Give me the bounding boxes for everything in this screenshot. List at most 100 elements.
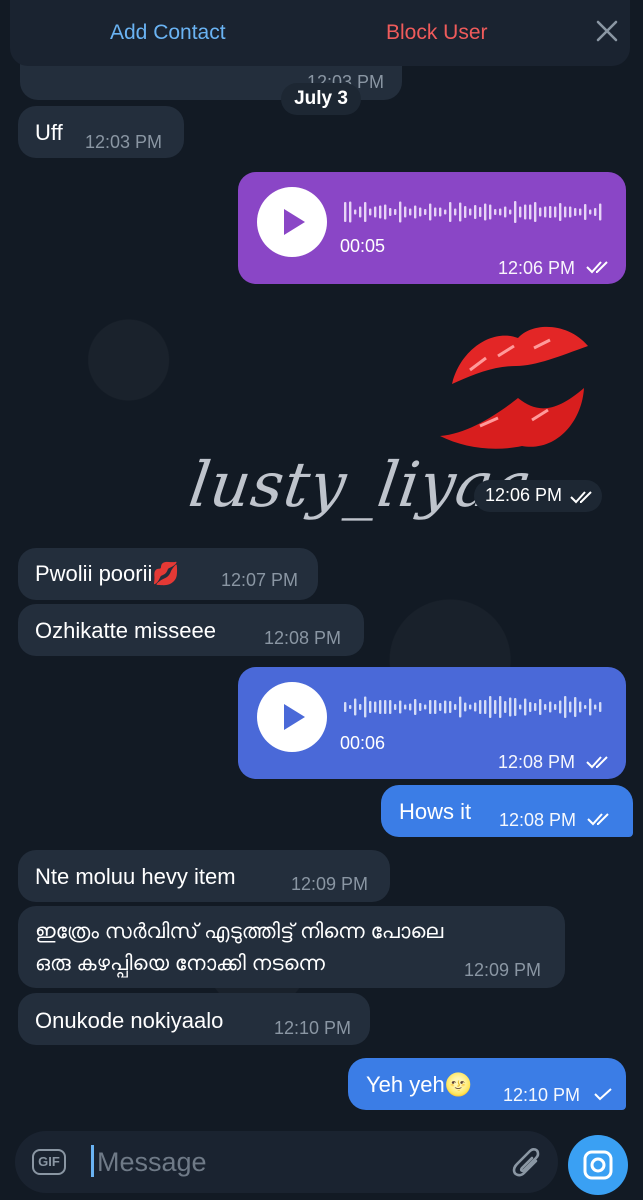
- waveform-bar: [569, 206, 572, 218]
- incoming-message[interactable]: Ozhikatte misseee 12:08 PM: [18, 604, 364, 656]
- waveform-bar: [434, 700, 437, 714]
- play-button[interactable]: [257, 682, 327, 752]
- waveform-bar: [559, 203, 562, 221]
- waveform-bar: [394, 209, 397, 215]
- message-text: Onukode nokiyaalo: [35, 1008, 224, 1033]
- outgoing-message[interactable]: Hows it 12:08 PM: [381, 785, 633, 837]
- waveform-bar: [344, 202, 347, 222]
- double-check-icon: [586, 261, 608, 274]
- incoming-message[interactable]: ഇത്രേം സർവിസ് എടുത്തിട്ട് നിന്നെ പോലെ ഒര…: [18, 906, 565, 988]
- close-icon[interactable]: [594, 18, 620, 44]
- waveform-bar: [379, 700, 382, 714]
- outgoing-voice-message[interactable]: 00:05 12:06 PM: [238, 172, 626, 284]
- incoming-message[interactable]: Uff 12:03 PM: [18, 106, 184, 158]
- waveform-bar: [464, 702, 467, 712]
- waveform-bar: [359, 704, 362, 710]
- waveform-bar: [554, 704, 557, 710]
- waveform-bar: [524, 698, 527, 716]
- waveform-bar: [564, 206, 567, 218]
- waveform-bar: [479, 700, 482, 714]
- waveform-bar: [584, 705, 587, 709]
- waveform-bar: [439, 207, 442, 217]
- waveform-bar: [374, 701, 377, 713]
- waveform-bar: [379, 205, 382, 219]
- waveform-bar: [454, 208, 457, 216]
- add-contact-button[interactable]: Add Contact: [110, 21, 226, 45]
- waveform-bar: [449, 202, 452, 222]
- message-input-bar: GIF Message: [0, 1128, 643, 1200]
- message-time: 12:09 PM: [464, 960, 542, 980]
- waveform-bar: [544, 206, 547, 218]
- waveform-bar: [574, 208, 577, 216]
- waveform-bar: [499, 208, 502, 216]
- outgoing-message[interactable]: Yeh yeh🌝 12:10 PM: [348, 1058, 626, 1110]
- waveform-bar: [534, 202, 537, 222]
- waveform-bar: [374, 206, 377, 218]
- waveform-bar: [354, 698, 357, 716]
- waveform-bar: [514, 201, 517, 223]
- message-text: Pwolii poorii💋: [35, 561, 180, 586]
- waveform-bar: [494, 700, 497, 714]
- message-text: Ozhikatte misseee: [35, 618, 216, 643]
- waveform-bar: [599, 203, 602, 221]
- message-time: 12:08 PM: [498, 752, 576, 772]
- incoming-message[interactable]: Onukode nokiyaalo 12:10 PM: [18, 993, 370, 1045]
- waveform-bar: [544, 704, 547, 710]
- waveform-bar: [564, 696, 567, 718]
- waveform-bar: [444, 700, 447, 714]
- check-icon: [594, 1088, 612, 1101]
- double-check-icon: [586, 756, 608, 769]
- text-cursor: [91, 1145, 94, 1177]
- waveform-bar: [539, 699, 542, 715]
- play-button[interactable]: [257, 187, 327, 257]
- message-time: 12:06 PM: [485, 485, 563, 505]
- waveform-bar: [579, 208, 582, 216]
- waveform-bar: [494, 209, 497, 215]
- message-time: 12:09 PM: [291, 874, 369, 894]
- message-time: 12:08 PM: [264, 628, 342, 648]
- waveform[interactable]: [344, 695, 606, 719]
- waveform-bar: [454, 704, 457, 710]
- waveform-bar: [579, 701, 582, 713]
- gif-icon[interactable]: GIF: [32, 1149, 66, 1175]
- waveform-bar: [459, 202, 462, 222]
- incoming-message[interactable]: Pwolii poorii💋 12:07 PM: [18, 548, 318, 600]
- message-text-line-1: ഇത്രേം സർവിസ് എടുത്തിട്ട് നിന്നെ പോലെ: [35, 920, 444, 943]
- outgoing-voice-message[interactable]: 00:06 12:08 PM: [238, 667, 626, 779]
- waveform-bar: [354, 209, 357, 215]
- message-time: 12:06 PM: [498, 258, 576, 278]
- waveform-bar: [419, 207, 422, 217]
- waveform-bar: [589, 698, 592, 716]
- waveform-bar: [364, 202, 367, 222]
- waveform-bar: [549, 701, 552, 713]
- paperclip-icon[interactable]: [510, 1145, 544, 1181]
- waveform[interactable]: [344, 200, 606, 224]
- double-check-icon: [570, 491, 592, 504]
- message-text: Nte moluu hevy item: [35, 864, 236, 889]
- incoming-message[interactable]: Nte moluu hevy item 12:09 PM: [18, 850, 390, 902]
- message-input-field[interactable]: GIF Message: [15, 1131, 558, 1193]
- message-placeholder[interactable]: Message: [97, 1147, 207, 1178]
- waveform-bar: [369, 208, 372, 216]
- waveform-bar: [484, 700, 487, 714]
- waveform-bar: [389, 700, 392, 714]
- waveform-bar: [429, 203, 432, 221]
- waveform-bar: [414, 699, 417, 715]
- message-text: Yeh yeh🌝: [366, 1072, 473, 1097]
- waveform-bar: [519, 206, 522, 218]
- waveform-bar: [589, 209, 592, 215]
- waveform-bar: [384, 700, 387, 714]
- waveform-bar: [504, 206, 507, 218]
- camera-button[interactable]: [568, 1135, 628, 1195]
- block-user-button[interactable]: Block User: [386, 21, 488, 45]
- waveform-bar: [434, 207, 437, 217]
- waveform-bar: [484, 203, 487, 221]
- waveform-bar: [504, 701, 507, 713]
- waveform-bar: [534, 703, 537, 711]
- waveform-bar: [389, 208, 392, 216]
- message-time: 12:10 PM: [274, 1018, 352, 1038]
- message-time: 12:10 PM: [503, 1085, 581, 1105]
- kiss-lips-sticker[interactable]: [440, 322, 590, 450]
- waveform-bar: [474, 205, 477, 219]
- waveform-bar: [404, 704, 407, 710]
